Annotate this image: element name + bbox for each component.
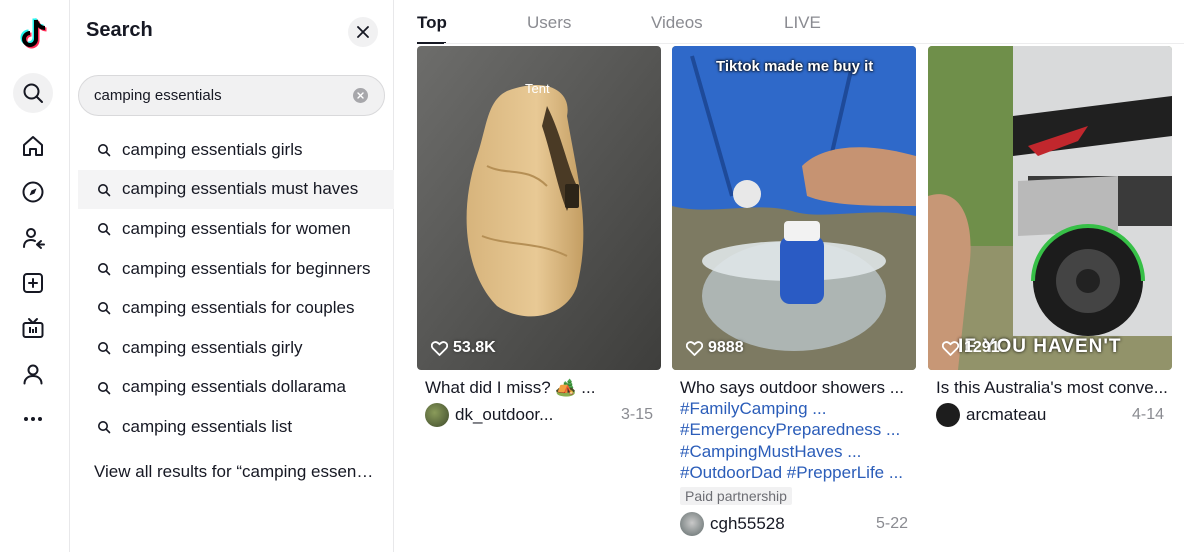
- view-all-results-link[interactable]: View all results for “camping essentials…: [94, 462, 377, 482]
- video-date: 3-15: [620, 406, 653, 423]
- search-icon: [98, 341, 111, 355]
- clear-search-button[interactable]: [353, 88, 368, 103]
- close-icon: [357, 26, 369, 38]
- suggestion-label: camping essentials for beginners: [122, 258, 371, 278]
- suggestion-item[interactable]: camping essentials must haves: [78, 169, 394, 210]
- hashtag-line[interactable]: #CampingMustHaves ...: [680, 442, 914, 462]
- suggestion-item[interactable]: camping essentials girls: [78, 130, 394, 170]
- search-box: [78, 75, 385, 116]
- thumbnail-overlay-text: Tent: [525, 81, 550, 96]
- tiktok-logo-icon[interactable]: [17, 17, 49, 51]
- video-caption[interactable]: What did I miss? 🏕️ ...: [425, 378, 659, 398]
- paid-partnership-badge: Paid partnership: [680, 487, 792, 505]
- search-icon: [98, 262, 111, 276]
- author-name: cgh55528: [710, 514, 785, 533]
- active-tab-underline: [417, 42, 446, 44]
- video-thumbnail[interactable]: Tent 53.8K: [417, 46, 661, 370]
- camper-trailer-image: [928, 46, 1172, 370]
- tab-live[interactable]: LIVE: [784, 13, 821, 33]
- like-count-value: 1291: [964, 339, 1000, 356]
- search-icon: [98, 421, 111, 434]
- search-icon: [23, 83, 43, 103]
- like-count-value: 53.8K: [453, 339, 496, 356]
- suggestion-label: camping essentials list: [122, 416, 293, 436]
- rail-explore-button[interactable]: [13, 172, 53, 212]
- suggestion-item[interactable]: camping essentials girly: [78, 328, 394, 368]
- video-author[interactable]: dk_outdoor...: [425, 403, 553, 427]
- home-icon: [23, 136, 43, 156]
- search-icon: [98, 183, 111, 196]
- rail-search-button[interactable]: [13, 73, 53, 113]
- app-window: Search camping essentials girlscamping e…: [0, 0, 1200, 552]
- suggestion-label: camping essentials girls: [122, 139, 303, 159]
- upload-icon: [23, 273, 43, 293]
- rail-home-button[interactable]: [13, 126, 53, 166]
- search-icon: [98, 302, 111, 315]
- following-icon: [23, 228, 45, 249]
- search-icon: [98, 223, 111, 236]
- suggestion-item[interactable]: camping essentials for couples: [78, 288, 394, 328]
- hashtag-line[interactable]: #FamilyCamping ...: [680, 399, 914, 419]
- author-name: dk_outdoor...: [455, 405, 554, 424]
- video-author[interactable]: cgh55528: [680, 512, 785, 536]
- rail-following-button[interactable]: [13, 218, 53, 258]
- suggestion-item[interactable]: camping essentials list: [78, 407, 394, 447]
- left-nav-rail: [0, 0, 70, 552]
- search-panel: Search camping essentials girlscamping e…: [70, 0, 394, 552]
- rail-upload-button[interactable]: [13, 263, 53, 303]
- suggestion-item[interactable]: camping essentials for women: [78, 209, 394, 249]
- avatar: [425, 403, 449, 427]
- rail-live-button[interactable]: [13, 308, 53, 348]
- outdoor-shower-image: [672, 46, 916, 370]
- heart-outline-icon: [686, 340, 703, 356]
- result-tabs: Top Users Videos LIVE: [417, 0, 1183, 45]
- like-count: 9888: [686, 339, 744, 357]
- explore-compass-icon: [22, 181, 44, 203]
- live-tv-icon: [22, 318, 44, 338]
- rail-profile-button[interactable]: [13, 354, 53, 394]
- close-search-button[interactable]: [348, 17, 378, 47]
- video-caption[interactable]: Who says outdoor showers ...: [680, 378, 914, 398]
- rail-more-button[interactable]: [13, 399, 53, 439]
- hashtag-line[interactable]: #OutdoorDad #PrepperLife ...: [680, 463, 914, 483]
- suggestion-item[interactable]: camping essentials for beginners: [78, 249, 394, 289]
- like-count: 1291: [942, 339, 1000, 357]
- like-count-value: 9888: [708, 339, 744, 356]
- search-icon: [98, 381, 111, 394]
- heart-outline-icon: [431, 340, 448, 356]
- video-thumbnail[interactable]: IF YOU HAVEN'T 1291: [928, 46, 1172, 370]
- tab-videos[interactable]: Videos: [651, 13, 703, 33]
- more-icon: [24, 417, 42, 421]
- hashtag-line[interactable]: #EmergencyPreparedness ...: [680, 420, 914, 440]
- suggestion-list: camping essentials girls camping essentia…: [78, 130, 394, 447]
- thumbnail-overlay-text: Tiktok made me buy it: [716, 58, 874, 75]
- suggestion-label: camping essentials girly: [122, 337, 303, 357]
- clear-x-icon: [357, 92, 364, 99]
- avatar: [680, 512, 704, 536]
- suggestion-item[interactable]: camping essentials dollarama: [78, 368, 394, 408]
- video-author[interactable]: arcmateau: [936, 403, 1046, 427]
- avatar: [936, 403, 960, 427]
- search-input[interactable]: [94, 76, 344, 115]
- tab-users[interactable]: Users: [527, 13, 571, 33]
- video-date: 5-22: [875, 515, 908, 532]
- tabs-divider: [444, 43, 1184, 44]
- suggestion-label: camping essentials must haves: [122, 179, 359, 199]
- search-panel-title: Search: [86, 19, 153, 41]
- video-caption[interactable]: Is this Australia's most conve...: [936, 378, 1170, 398]
- heart-outline-icon: [942, 340, 959, 356]
- video-date: 4-14: [1131, 406, 1164, 423]
- tab-top[interactable]: Top: [417, 13, 447, 33]
- video-thumbnail[interactable]: Tiktok made me buy it 9888: [672, 46, 916, 370]
- suggestion-label: camping essentials for couples: [122, 298, 355, 318]
- suggestion-label: camping essentials for women: [122, 218, 351, 238]
- author-name: arcmateau: [966, 405, 1047, 424]
- suggestion-label: camping essentials dollarama: [122, 377, 346, 397]
- like-count: 53.8K: [431, 339, 496, 357]
- search-icon: [98, 144, 111, 157]
- profile-icon: [23, 364, 43, 385]
